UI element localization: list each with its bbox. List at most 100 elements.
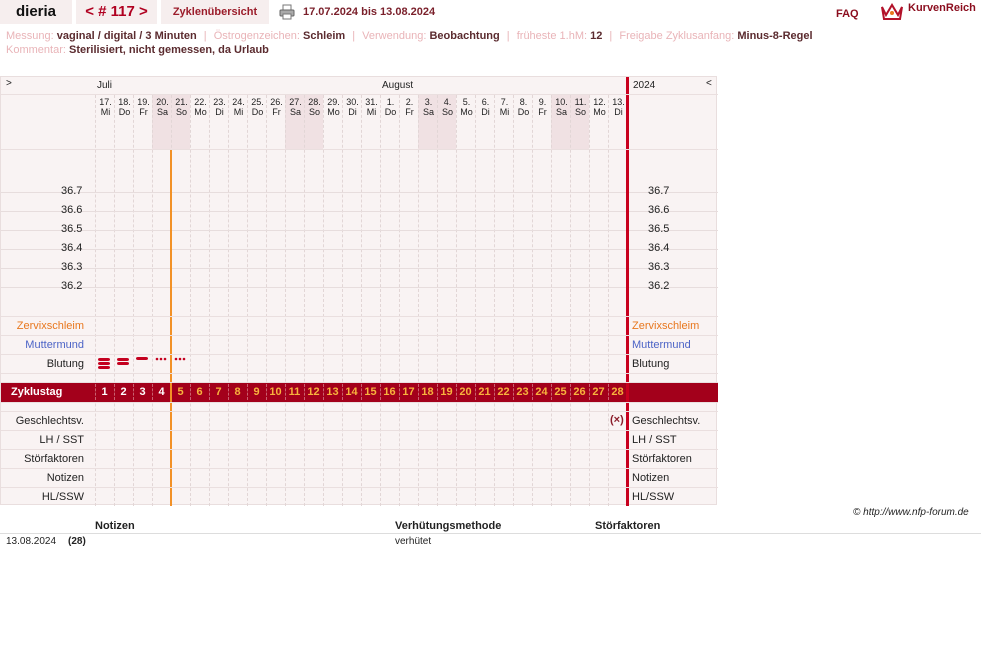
- bleeding-medium-marker[interactable]: [115, 357, 131, 369]
- day-date: 5.: [462, 97, 471, 107]
- day-date: 28.: [308, 97, 321, 107]
- temperature-label: 36.3: [61, 261, 83, 273]
- temperature-label: 36.2: [61, 280, 83, 292]
- cycle-day-divider: [513, 384, 514, 400]
- cycle-day-number[interactable]: 13: [323, 386, 342, 398]
- day-header: 29. Mo: [324, 97, 343, 117]
- temperature-label-right: 36.6: [648, 204, 670, 216]
- username-tab[interactable]: dieria: [0, 0, 72, 24]
- row-label-stoerfaktoren: Störfaktoren: [24, 453, 84, 465]
- temperature-label-right: 36.4: [648, 242, 670, 254]
- cycle-overview-tab[interactable]: Zyklenübersicht: [161, 0, 269, 24]
- cycle-day-number[interactable]: 27: [589, 386, 608, 398]
- cycle-day-number[interactable]: 6: [190, 386, 209, 398]
- cycle-day-number[interactable]: 25: [551, 386, 570, 398]
- cycle-day-number[interactable]: 2: [114, 386, 133, 398]
- cycle-day-number[interactable]: 7: [209, 386, 228, 398]
- day-date: 24.: [232, 97, 245, 107]
- table-row-date: 13.08.2024: [6, 536, 57, 547]
- day-header: 6. Di: [476, 97, 495, 117]
- day-header: 7. Mi: [495, 97, 514, 117]
- day-divider: [190, 95, 191, 506]
- cycle-day-number[interactable]: 23: [513, 386, 532, 398]
- separator: |: [203, 30, 207, 42]
- cycle-day-number[interactable]: 17: [399, 386, 418, 398]
- cycle-day-number[interactable]: 16: [380, 386, 399, 398]
- day-date: 11.: [574, 97, 587, 107]
- cycle-day-number[interactable]: 3: [133, 386, 152, 398]
- cycle-day-divider: [380, 384, 381, 400]
- cycle-day-number[interactable]: 12: [304, 386, 323, 398]
- prev-cycle-button[interactable]: <: [85, 3, 94, 20]
- day-date: 18.: [118, 97, 131, 107]
- cycle-day-divider: [323, 384, 324, 400]
- bleeding-spotting-marker[interactable]: [172, 357, 188, 369]
- intercourse-marker[interactable]: (×): [610, 414, 624, 426]
- current-day-line: [170, 149, 172, 506]
- day-header: 27. Sa: [286, 97, 305, 117]
- cycle-day-number[interactable]: 5: [171, 386, 190, 398]
- faq-link[interactable]: FAQ: [836, 2, 859, 26]
- cycle-day-number[interactable]: 8: [228, 386, 247, 398]
- next-cycle-button[interactable]: >: [139, 3, 148, 20]
- day-header: 26. Fr: [267, 97, 286, 117]
- temperature-label: 36.4: [61, 242, 83, 254]
- cycle-day-number[interactable]: 28: [608, 386, 627, 398]
- cycle-day-divider: [190, 384, 191, 400]
- day-weekday: Sa: [156, 107, 168, 117]
- cycle-day-divider: [399, 384, 400, 400]
- cycle-day-divider: [608, 384, 609, 400]
- cycle-day-number[interactable]: 21: [475, 386, 494, 398]
- cycle-day-number[interactable]: 1: [95, 386, 114, 398]
- row-label-lh-sst-right: LH / SST: [632, 434, 677, 446]
- cycle-day-number[interactable]: 15: [361, 386, 380, 398]
- day-weekday: So: [175, 107, 187, 117]
- day-weekday: Mi: [100, 107, 111, 117]
- cycle-day-number[interactable]: 4: [152, 386, 171, 398]
- day-header: 28. So: [305, 97, 324, 117]
- day-date: 7.: [500, 97, 509, 107]
- day-weekday: Di: [481, 107, 490, 117]
- copyright[interactable]: © http://www.nfp-forum.de: [853, 507, 969, 518]
- day-divider: [608, 95, 609, 506]
- day-weekday: Do: [251, 107, 264, 117]
- day-date: 3.: [424, 97, 433, 107]
- bleeding-spotting-marker[interactable]: [153, 357, 169, 369]
- cycle-day-number[interactable]: 9: [247, 386, 266, 398]
- day-header: 20. Sa: [153, 97, 172, 117]
- day-date: 6.: [481, 97, 490, 107]
- day-weekday: So: [308, 107, 320, 117]
- cycle-day-number[interactable]: 10: [266, 386, 285, 398]
- bleeding-heavy-marker[interactable]: [96, 357, 112, 369]
- crown-icon[interactable]: [880, 1, 904, 21]
- printer-icon[interactable]: [279, 4, 295, 20]
- temperature-gridline: [1, 249, 718, 250]
- day-weekday: Sa: [555, 107, 567, 117]
- day-date: 23.: [213, 97, 226, 107]
- day-header: 12. Mo: [590, 97, 609, 117]
- day-divider: [342, 95, 343, 506]
- bleeding-light-marker[interactable]: [134, 357, 150, 369]
- cycle-day-number[interactable]: 22: [494, 386, 513, 398]
- logo-text[interactable]: KurvenReich: [908, 2, 976, 14]
- oestrogen-label: Östrogenzeichen:: [213, 30, 300, 42]
- cycle-day-number[interactable]: 26: [570, 386, 589, 398]
- cycle-day-number[interactable]: 18: [418, 386, 437, 398]
- cycle-day-number[interactable]: 11: [285, 386, 304, 398]
- day-header: 11. So: [571, 97, 590, 117]
- cycle-day-divider: [437, 384, 438, 400]
- temperature-gridline: [1, 268, 718, 269]
- day-date: 19.: [137, 97, 150, 107]
- day-weekday: Mo: [460, 107, 473, 117]
- cycle-day-number[interactable]: 24: [532, 386, 551, 398]
- chart-nav-right-button[interactable]: <: [706, 78, 712, 89]
- cycle-day-divider: [361, 384, 362, 400]
- day-header: 21. So: [172, 97, 191, 117]
- cycle-day-number[interactable]: 20: [456, 386, 475, 398]
- row-divider: [1, 449, 718, 450]
- cycle-day-divider: [475, 384, 476, 400]
- cycle-day-number[interactable]: 19: [437, 386, 456, 398]
- cycle-day-number[interactable]: 14: [342, 386, 361, 398]
- chart-nav-left-button[interactable]: >: [6, 78, 12, 89]
- day-date: 12.: [593, 97, 606, 107]
